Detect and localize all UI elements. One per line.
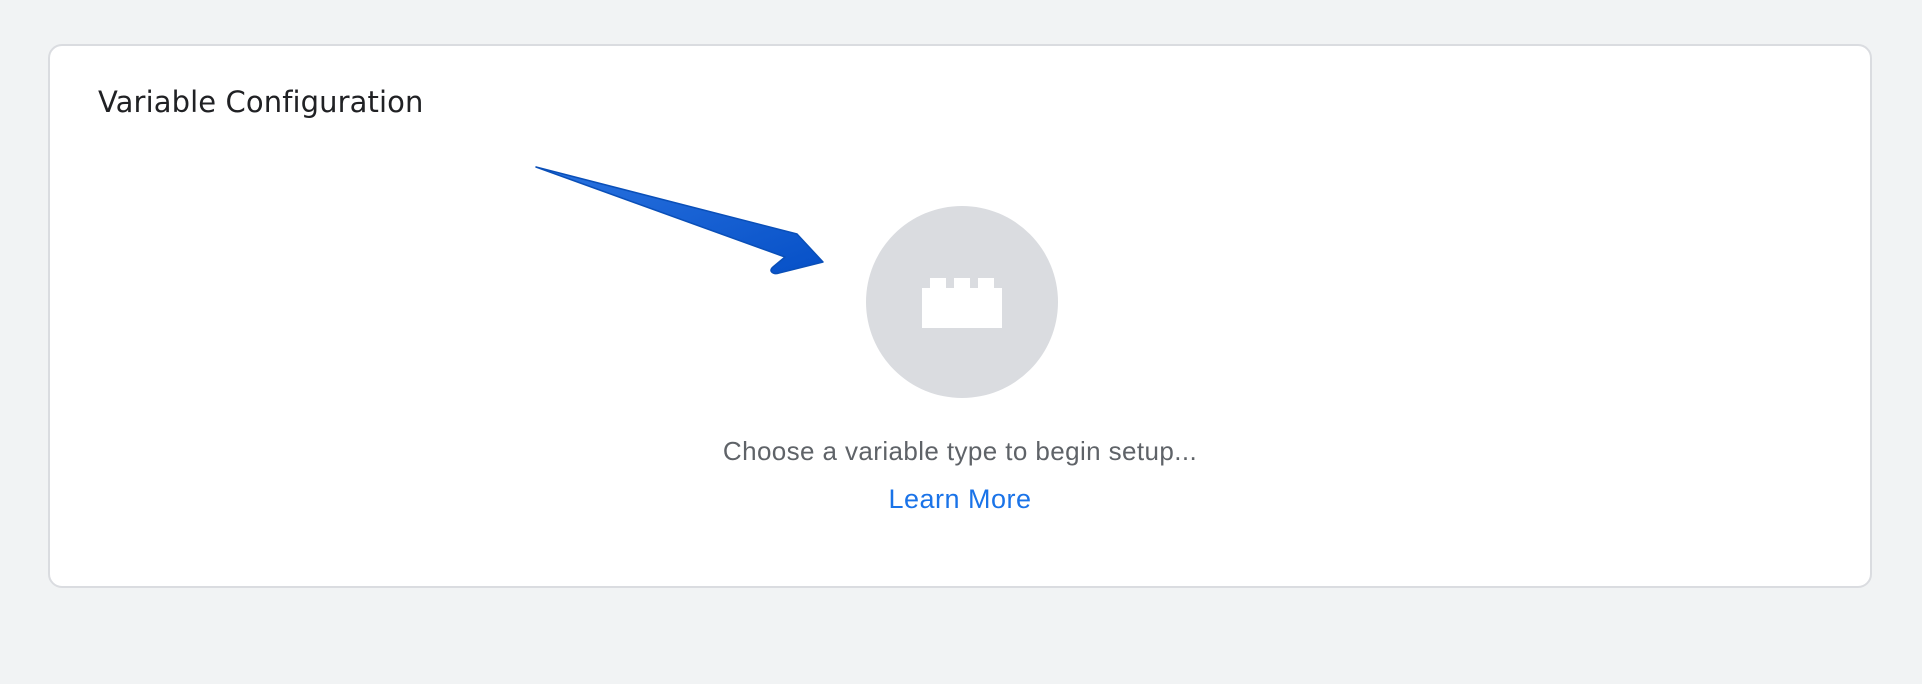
card-title: Variable Configuration [98,85,424,119]
learn-more-row: Learn More [50,482,1870,516]
choose-variable-type-button[interactable] [866,206,1058,398]
learn-more-link[interactable]: Learn More [888,484,1031,514]
variable-configuration-card: Variable Configuration Choose a variable… [48,44,1872,588]
empty-state-prompt: Choose a variable type to begin setup... [722,436,1198,466]
lego-brick-icon [922,278,1002,328]
